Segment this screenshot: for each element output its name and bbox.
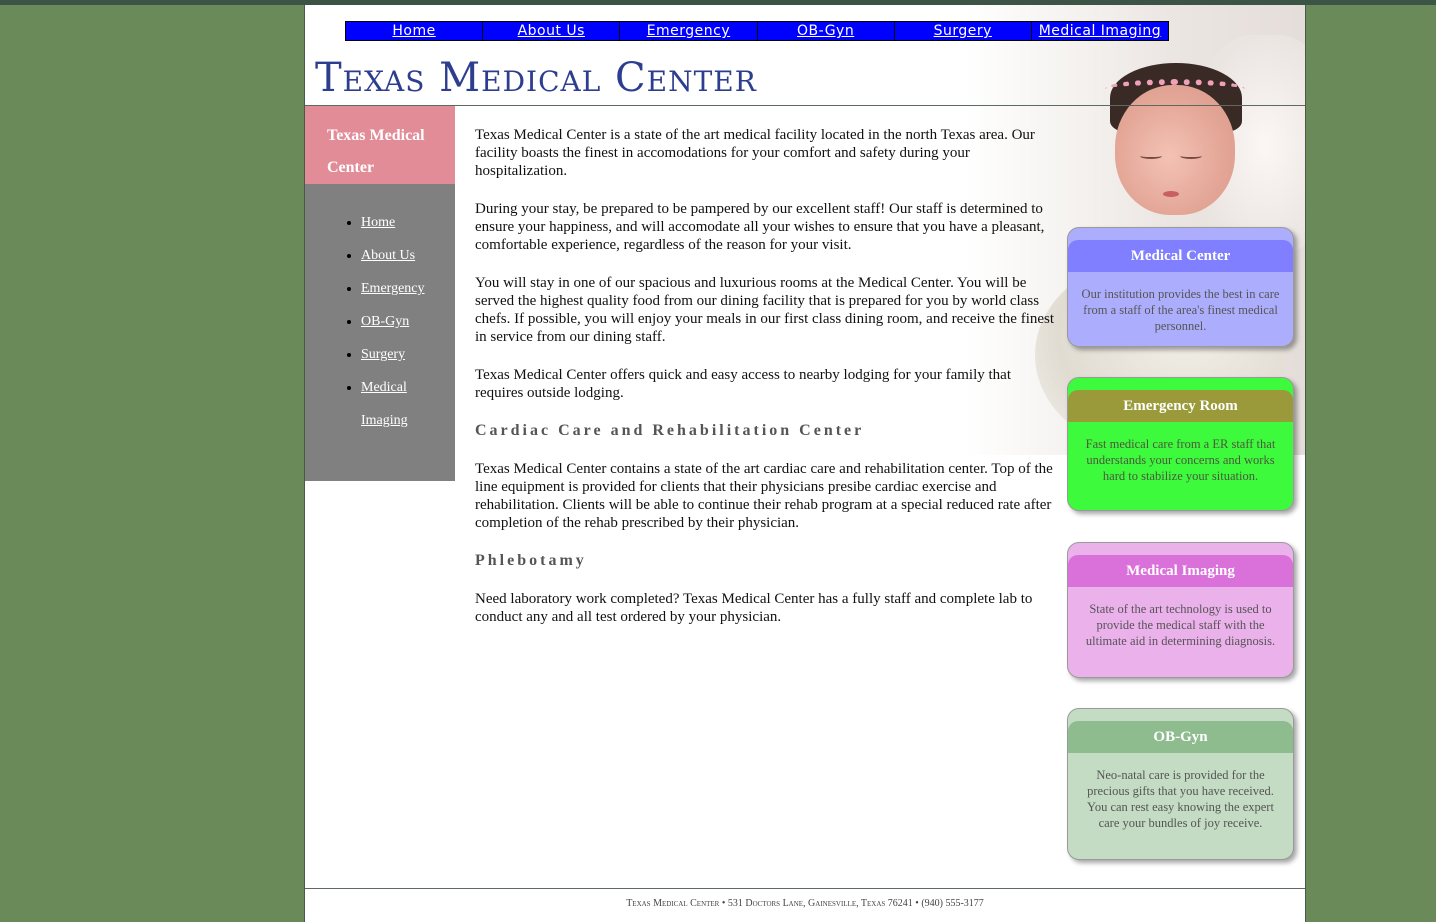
intro-paragraph: Texas Medical Center is a state of the a…	[475, 127, 1035, 179]
page-container: Home About Us Emergency OB-Gyn Surgery M…	[304, 5, 1306, 922]
sidebar-item-medical-imaging: Medical Imaging	[361, 371, 421, 437]
sidebar-medical-imaging-link[interactable]: Medical Imaging	[361, 380, 408, 428]
footer-address: Texas Medical Center • 531 Doctors Lane,…	[626, 898, 984, 909]
emergency-room-box: Emergency Room Fast medical care from a …	[1067, 377, 1294, 511]
cardiac-paragraph: Texas Medical Center contains a state of…	[475, 461, 1053, 531]
medical-center-box: Medical Center Our institution provides …	[1067, 227, 1294, 347]
nav-about-us-link[interactable]: About Us	[483, 22, 621, 40]
sidebar: Texas Medical Center Home About Us Emerg…	[305, 106, 455, 481]
sidebar-home-link[interactable]: Home	[361, 215, 395, 230]
sidebar-nav: Home About Us Emergency OB-Gyn Surgery M…	[305, 206, 455, 437]
sidebar-surgery-link[interactable]: Surgery	[361, 347, 405, 362]
medical-imaging-box: Medical Imaging State of the art technol…	[1067, 542, 1294, 678]
sidebar-emergency-link[interactable]: Emergency	[361, 281, 425, 296]
nav-ob-gyn-link[interactable]: OB-Gyn	[758, 22, 895, 40]
phlebotamy-heading: Phlebotamy	[475, 552, 587, 569]
footer-divider	[305, 888, 1305, 889]
sidebar-ob-gyn-link[interactable]: OB-Gyn	[361, 314, 409, 329]
sidebar-item-home: Home	[361, 206, 455, 239]
sidebar-title: Texas Medical Center	[305, 106, 455, 184]
rooms-paragraph: You will stay in one of our spacious and…	[475, 275, 1055, 345]
cardiac-heading: Cardiac Care and Rehabilitation Center	[475, 422, 865, 439]
box-text: State of the art technology is used to p…	[1085, 602, 1276, 648]
box-title: Emergency Room	[1068, 390, 1293, 422]
sidebar-item-surgery: Surgery	[361, 338, 455, 371]
nav-home-link[interactable]: Home	[346, 22, 484, 40]
site-title: Texas Medical Center	[315, 55, 757, 101]
sidebar-item-about-us: About Us	[361, 239, 455, 272]
box-title: Medical Center	[1068, 240, 1293, 272]
box-text: Neo-natal care is provided for the preci…	[1087, 768, 1274, 830]
sidebar-item-emergency: Emergency	[361, 272, 455, 305]
ob-gyn-box: OB-Gyn Neo-natal care is provided for th…	[1067, 708, 1294, 860]
sidebar-about-us-link[interactable]: About Us	[361, 248, 415, 263]
top-nav: Home About Us Emergency OB-Gyn Surgery M…	[345, 21, 1169, 41]
staff-paragraph: During your stay, be prepared to be pamp…	[475, 201, 1045, 253]
box-text: Our institution provides the best in car…	[1081, 287, 1280, 333]
nav-surgery-link[interactable]: Surgery	[895, 22, 1032, 40]
box-title: Medical Imaging	[1068, 555, 1293, 587]
box-text: Fast medical care from a ER staff that u…	[1085, 437, 1276, 483]
nav-emergency-link[interactable]: Emergency	[620, 22, 758, 40]
header-divider	[305, 105, 1305, 106]
lodging-paragraph: Texas Medical Center offers quick and ea…	[475, 367, 1011, 401]
nav-medical-imaging-link[interactable]: Medical Imaging	[1032, 22, 1168, 40]
phlebotamy-paragraph: Need laboratory work completed? Texas Me…	[475, 591, 1033, 625]
sidebar-item-ob-gyn: OB-Gyn	[361, 305, 455, 338]
box-title: OB-Gyn	[1068, 721, 1293, 753]
main-content: Texas Medical Center is a state of the a…	[475, 126, 1055, 646]
